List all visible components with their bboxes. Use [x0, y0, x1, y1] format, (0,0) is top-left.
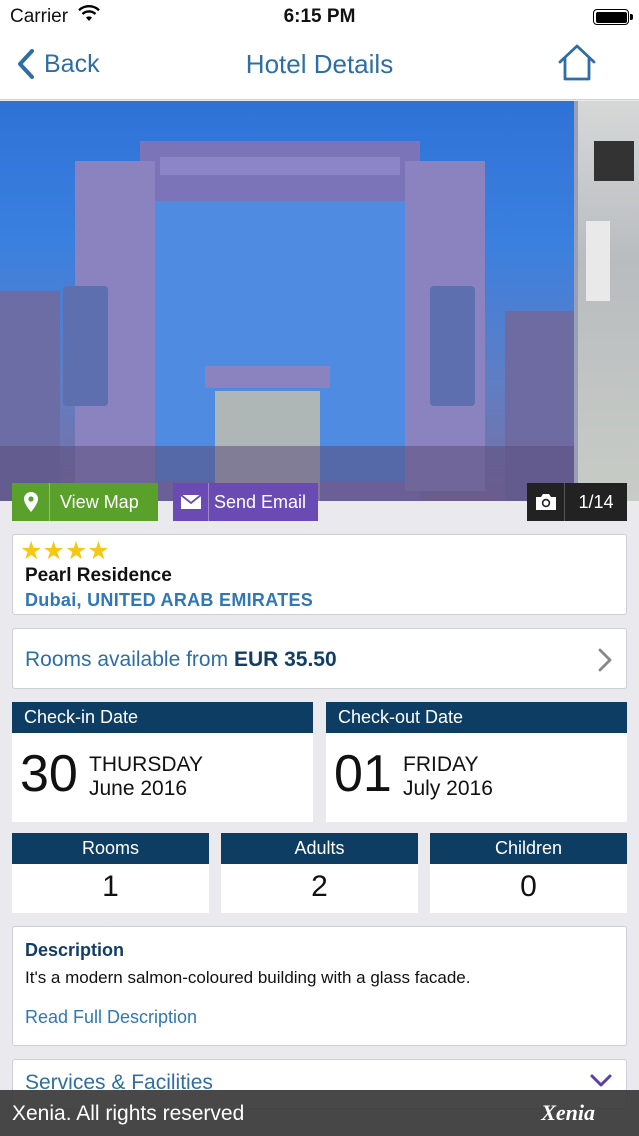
adults-selector[interactable]: Adults 2 — [221, 833, 418, 913]
chevron-down-icon — [590, 1074, 612, 1087]
children-selector[interactable]: Children 0 — [430, 833, 627, 913]
checkin-date-box[interactable]: Check-in Date 30 THURSDAY June 2016 — [12, 702, 313, 822]
camera-icon — [527, 483, 565, 521]
star-icon: ★ — [64, 537, 88, 565]
read-full-description-link[interactable]: Read Full Description — [25, 1007, 197, 1028]
next-photo-preview[interactable] — [578, 101, 639, 501]
star-icon: ★ — [20, 537, 43, 565]
photo-counter-label: 1/14 — [578, 491, 614, 512]
status-bar: Carrier 6:15 PM — [0, 0, 639, 34]
rooms-value: 1 — [102, 870, 119, 903]
description-heading: Description — [25, 940, 125, 960]
rooms-available-prefix: Rooms available from — [25, 648, 229, 671]
checkin-month-year: June 2016 — [89, 777, 188, 800]
adults-header: Adults — [221, 833, 418, 864]
checkin-day: 30 — [20, 745, 78, 803]
hotel-photo[interactable] — [0, 101, 574, 501]
clock: 6:15 PM — [283, 6, 356, 27]
star-icon: ★ — [87, 537, 110, 565]
chevron-right-icon — [598, 648, 612, 672]
description-text: It's a modern salmon-coloured building w… — [25, 968, 471, 987]
home-icon — [558, 44, 596, 81]
checkout-weekday: FRIDAY — [403, 753, 479, 776]
rooms-header: Rooms — [12, 833, 209, 864]
home-button[interactable] — [557, 42, 597, 87]
photo-counter[interactable]: 1/14 — [527, 483, 627, 521]
copyright-text: Xenia. All rights reserved — [12, 1102, 245, 1125]
photo-gallery[interactable] — [0, 101, 639, 501]
checkout-month-year: July 2016 — [403, 777, 493, 800]
xenia-logo: Xenia — [541, 1100, 595, 1125]
hotel-name: Pearl Residence — [25, 565, 172, 586]
star-icon: ★ — [42, 537, 65, 565]
checkout-date-box[interactable]: Check-out Date 01 FRIDAY July 2016 — [326, 702, 627, 822]
rooms-available-row[interactable]: Rooms available from EUR 35.50 — [12, 628, 627, 689]
hotel-location: Dubai, UNITED ARAB EMIRATES — [25, 590, 314, 610]
rooms-available-text: Rooms available from EUR 35.50 — [25, 648, 337, 672]
children-value: 0 — [520, 870, 537, 903]
adults-value: 2 — [311, 870, 328, 903]
hotel-info-card: ★ ★ ★ ★ Pearl Residence Dubai, UNITED AR… — [12, 534, 627, 615]
send-email-label: Send Email — [214, 491, 307, 512]
view-map-button[interactable]: View Map — [12, 483, 158, 521]
star-rating: ★ ★ ★ ★ — [20, 539, 110, 564]
send-email-button[interactable]: Send Email — [173, 483, 318, 521]
checkout-day: 01 — [334, 745, 392, 803]
children-header: Children — [430, 833, 627, 864]
checkout-header: Check-out Date — [326, 702, 627, 733]
rooms-selector[interactable]: Rooms 1 — [12, 833, 209, 913]
checkin-weekday: THURSDAY — [89, 753, 203, 776]
map-pin-icon — [12, 483, 50, 521]
footer-bar: Xenia. All rights reserved Xenia — [0, 1090, 639, 1136]
envelope-icon — [173, 483, 209, 521]
page-title: Hotel Details — [245, 49, 394, 79]
checkin-header: Check-in Date — [12, 702, 313, 733]
navigation-bar: Back Hotel Details — [0, 34, 639, 100]
battery-icon — [593, 9, 633, 25]
description-card: Description It's a modern salmon-coloure… — [12, 926, 627, 1046]
view-map-label: View Map — [60, 491, 139, 512]
rooms-available-price: EUR 35.50 — [233, 648, 337, 671]
